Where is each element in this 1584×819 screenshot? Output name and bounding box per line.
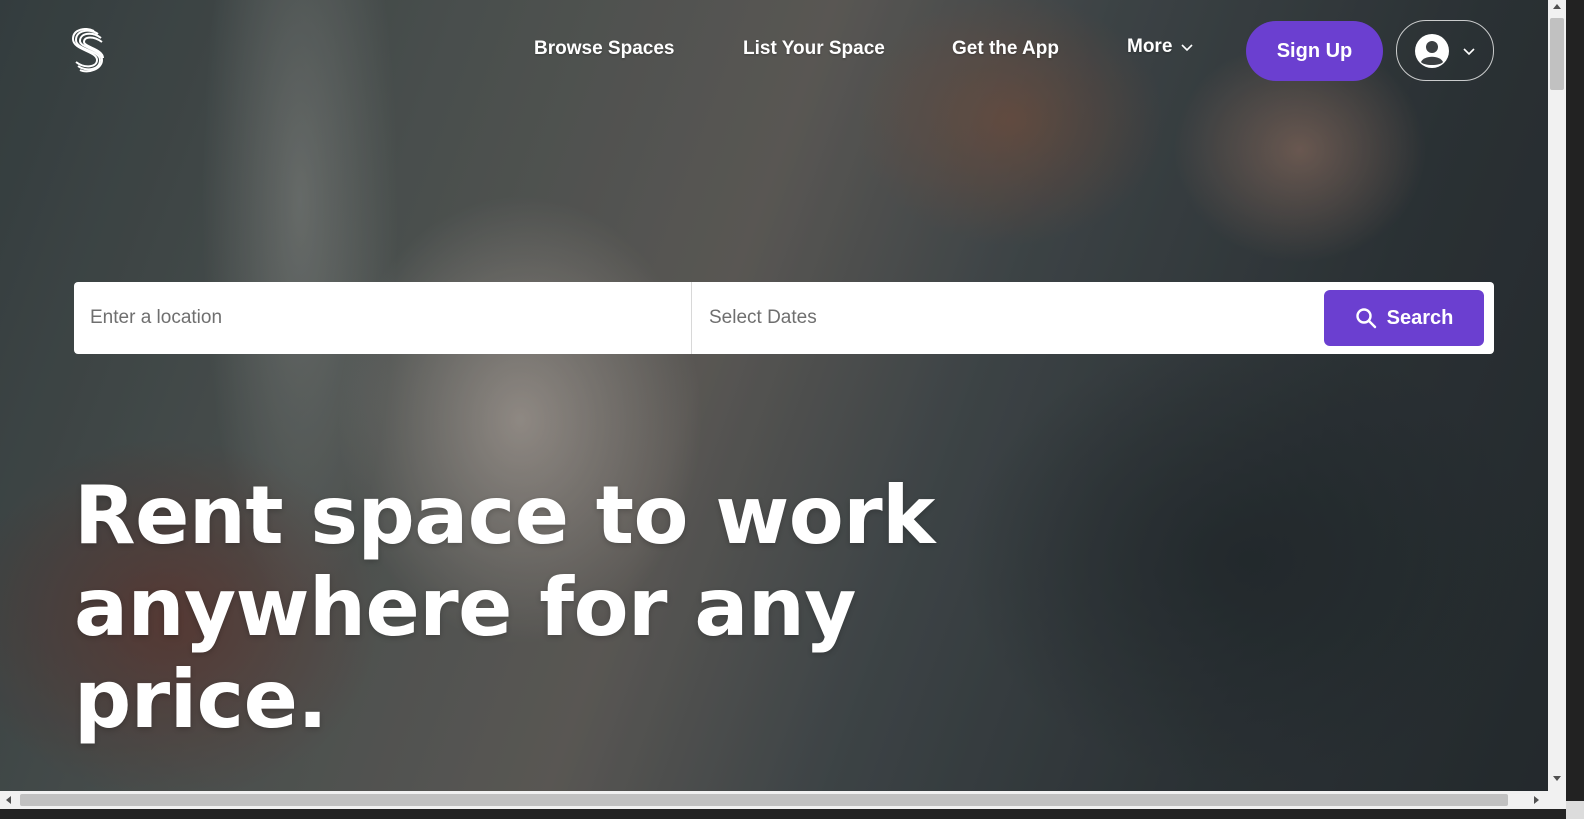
account-menu-button[interactable]	[1396, 20, 1494, 81]
horizontal-scrollbar[interactable]	[0, 791, 1566, 809]
vertical-scrollbar-thumb[interactable]	[1550, 18, 1564, 90]
user-circle-icon	[1415, 33, 1449, 68]
horizontal-scrollbar-thumb[interactable]	[20, 794, 1508, 806]
search-icon	[1355, 308, 1376, 329]
search-bar: Enter a location Select Dates Search	[74, 282, 1494, 354]
nav-browse-spaces[interactable]: Browse Spaces	[534, 38, 674, 60]
hero-headline: Rent space to work anywhere for any pric…	[74, 469, 935, 746]
nav-list-your-space[interactable]: List Your Space	[743, 38, 885, 60]
nav-get-the-app[interactable]: Get the App	[952, 38, 1059, 60]
location-input[interactable]: Enter a location	[74, 282, 692, 354]
top-navigation: Browse Spaces List Your Space Get the Ap…	[0, 0, 1566, 100]
scroll-up-arrow-icon[interactable]	[1553, 4, 1561, 9]
search-button-label: Search	[1386, 306, 1454, 329]
scroll-down-arrow-icon[interactable]	[1553, 776, 1561, 781]
dates-input[interactable]: Select Dates	[692, 282, 1322, 354]
chevron-down-icon	[1463, 47, 1475, 55]
vertical-scrollbar[interactable]	[1548, 0, 1566, 801]
sign-up-button[interactable]: Sign Up	[1246, 21, 1383, 81]
scroll-right-arrow-icon[interactable]	[1534, 796, 1539, 804]
scrollbar-corner	[1566, 801, 1584, 819]
nav-more-dropdown[interactable]: More	[1127, 36, 1194, 58]
scroll-left-arrow-icon[interactable]	[6, 796, 11, 804]
nav-more-label: More	[1127, 36, 1173, 57]
chevron-down-icon	[1181, 44, 1193, 52]
search-button[interactable]: Search	[1324, 290, 1484, 346]
